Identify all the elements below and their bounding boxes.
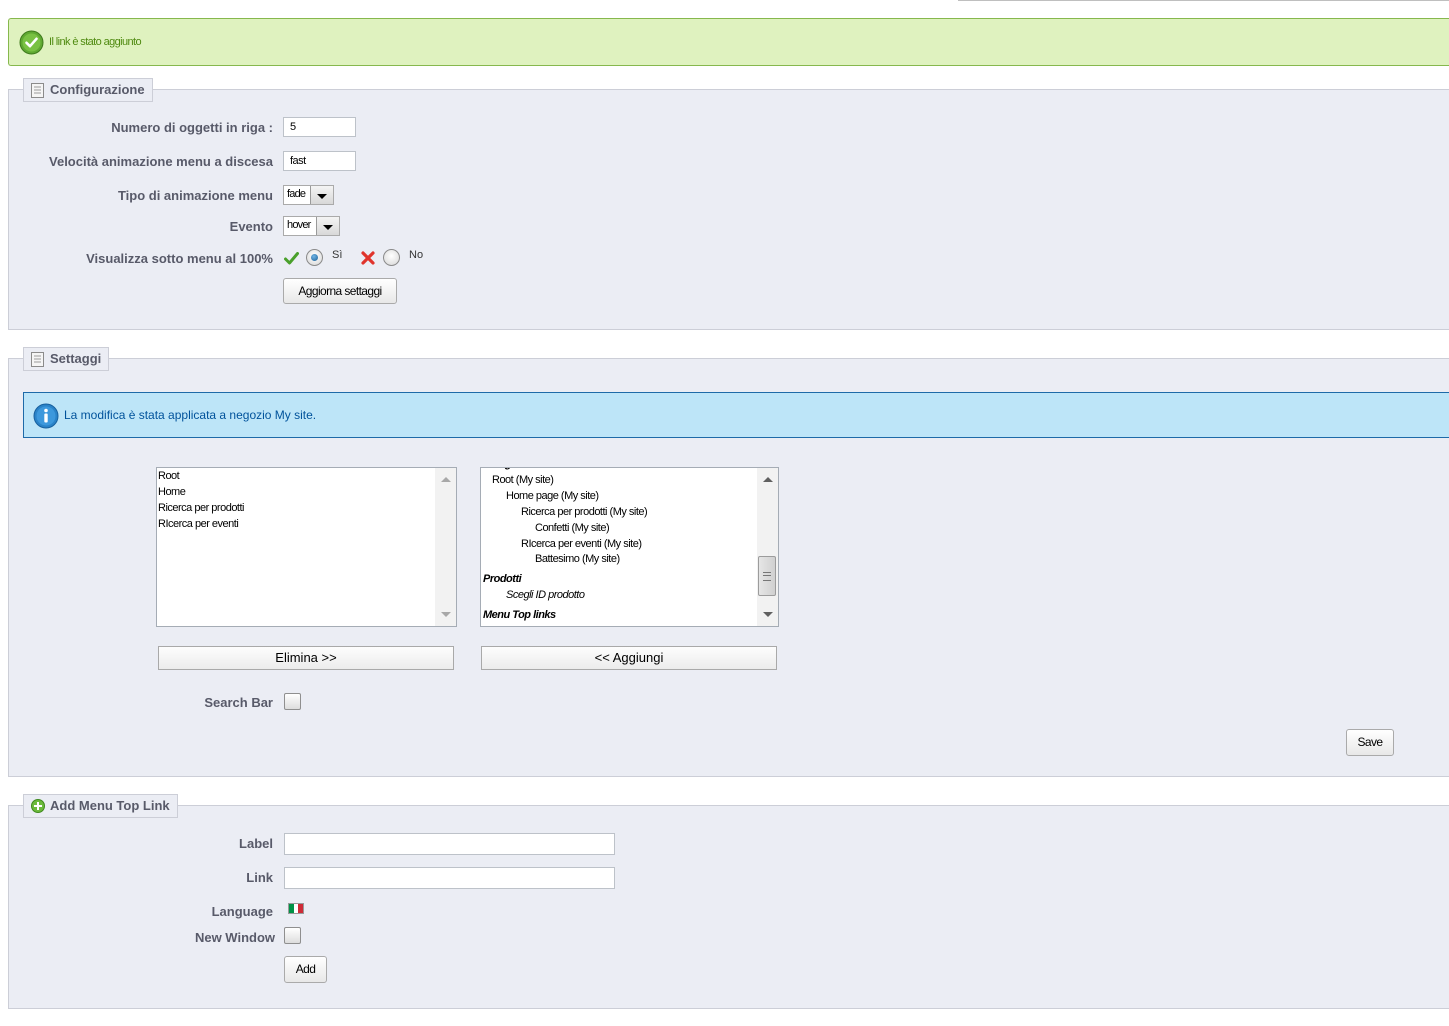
event-label: Evento	[229, 219, 273, 234]
animation-type-select[interactable]: fade	[283, 185, 334, 205]
configuration-legend: Configurazione	[23, 78, 153, 102]
full-submenu-yes-label: Sì	[332, 249, 343, 261]
add-circle-icon	[31, 799, 45, 813]
scroll-down-icon	[763, 612, 773, 617]
full-submenu-label: Visualizza sotto menu al 100%	[86, 251, 273, 266]
items-per-row-input[interactable]	[283, 117, 356, 137]
animation-speed-input[interactable]	[283, 151, 356, 171]
configuration-panel: Configurazione Numero di oggetti in riga…	[8, 78, 1449, 330]
search-bar-checkbox[interactable]	[284, 693, 301, 710]
settings-legend-text: Settaggi	[50, 351, 102, 366]
full-submenu-no-radio[interactable]	[383, 249, 400, 266]
available-list-item[interactable]: Home page (My site)	[506, 490, 599, 502]
list-group-header[interactable]: Prodotti	[483, 573, 522, 585]
items-per-row-label: Numero di oggetti in riga :	[111, 120, 273, 135]
info-banner: La modifica è stata applicata a negozio …	[23, 392, 1449, 438]
add-link-legend: Add Menu Top Link	[23, 794, 178, 818]
available-items-list[interactable]: Categorie Root (My site) Home page (My sit…	[480, 467, 779, 627]
configuration-legend-text: Configurazione	[50, 82, 145, 97]
add-link-legend-text: Add Menu Top Link	[50, 798, 170, 813]
list-group-header[interactable]: Menu Top links	[483, 609, 556, 621]
check-circle-icon	[19, 30, 44, 55]
full-submenu-yes-radio[interactable]	[306, 249, 323, 266]
add-item-button[interactable]: << Aggiungi	[481, 646, 777, 670]
add-link-button[interactable]: Add	[284, 956, 327, 983]
flag-stripe	[298, 904, 304, 913]
scroll-down-icon	[441, 612, 451, 617]
animation-type-label: Tipo di animazione menu	[117, 188, 273, 203]
selected-items-list[interactable]: Root Home Ricerca per prodotti RIcerca per …	[156, 467, 457, 627]
add-link-panel: Add Menu Top Link Label Link Language Ne…	[8, 794, 1449, 1009]
language-label: Language	[211, 904, 273, 919]
success-message: Il link è stato aggiunto	[49, 36, 142, 48]
available-list-item[interactable]: Root (My site)	[492, 474, 554, 486]
scroll-up-icon	[763, 477, 773, 482]
remove-button[interactable]: Elimina >>	[158, 646, 454, 670]
scroll-up-icon	[441, 477, 451, 482]
document-icon	[31, 352, 44, 367]
label-input[interactable]	[284, 833, 615, 855]
animation-speed-label: Velocità animazione menu a discesa	[49, 154, 273, 169]
italian-flag-icon[interactable]	[288, 903, 304, 914]
save-button[interactable]: Save	[1346, 729, 1394, 756]
label-field-label: Label	[239, 836, 273, 851]
available-list-item[interactable]: Ricerca per prodotti (My site)	[521, 506, 648, 518]
selected-items-scrollbar[interactable]	[435, 468, 456, 626]
animation-type-value: fade	[287, 188, 306, 200]
search-bar-label: Search Bar	[204, 695, 273, 710]
link-input[interactable]	[284, 867, 615, 889]
available-list-item[interactable]: RIcerca per eventi (My site)	[521, 538, 642, 550]
info-icon	[33, 403, 59, 429]
link-field-label: Link	[246, 870, 273, 885]
chevron-down-icon	[310, 186, 333, 204]
settings-panel: Settaggi La modifica è stata applicata a…	[8, 347, 1449, 777]
new-window-label: New Window	[194, 930, 275, 945]
selected-list-item[interactable]: Root	[158, 470, 180, 482]
document-icon	[31, 83, 44, 98]
event-select[interactable]: hover	[283, 216, 340, 236]
info-message: La modifica è stata applicata a negozio …	[64, 408, 317, 422]
new-window-checkbox[interactable]	[284, 927, 301, 944]
available-list-item[interactable]: Battesimo (My site)	[535, 553, 620, 565]
chevron-down-icon	[316, 217, 339, 235]
available-list-item[interactable]: Confetti (My site)	[535, 522, 610, 534]
available-list-item[interactable]: Scegli ID prodotto	[506, 589, 585, 601]
cross-icon	[361, 251, 375, 265]
top-border-line	[958, 0, 1449, 1]
selected-list-item[interactable]: Home	[158, 486, 186, 498]
event-value: hover	[287, 219, 311, 231]
scroll-thumb[interactable]	[758, 556, 776, 596]
check-icon	[284, 252, 299, 265]
full-submenu-no-label: No	[409, 249, 424, 261]
selected-list-item[interactable]: RIcerca per eventi	[158, 518, 239, 530]
settings-legend: Settaggi	[23, 347, 110, 371]
list-group-header[interactable]: Categorie	[483, 468, 530, 470]
available-items-scrollbar[interactable]	[757, 468, 778, 626]
update-settings-button[interactable]: Aggiorna settaggi	[283, 278, 397, 304]
selected-list-item[interactable]: Ricerca per prodotti	[158, 502, 245, 514]
success-banner: Il link è stato aggiunto	[8, 18, 1449, 66]
